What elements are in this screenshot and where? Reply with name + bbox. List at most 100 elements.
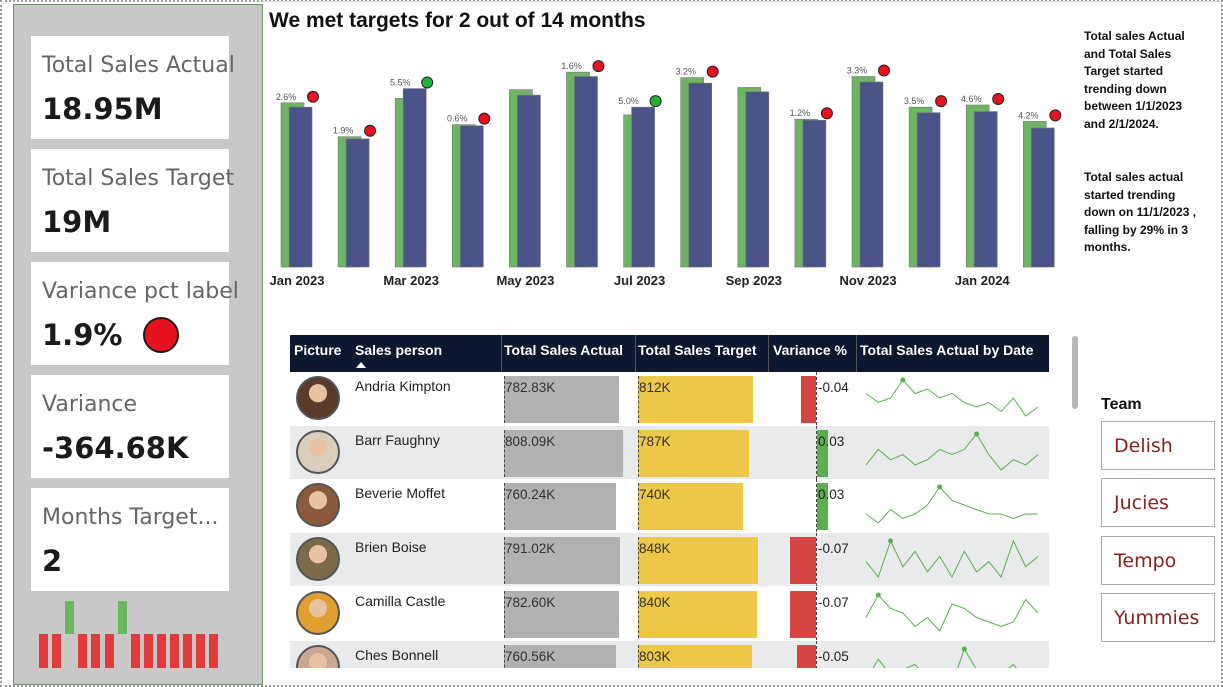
month-missed-bar: [196, 634, 206, 668]
target-bar[interactable]: [517, 94, 541, 268]
x-tick-label: Nov 2023: [839, 273, 896, 288]
monthly-sales-chart[interactable]: 2.6% Jan 2023 1.9% 5.5% Mar 2023 0.6% May 2023…: [266, 34, 1066, 296]
variance-value: 0.03: [818, 433, 845, 449]
table-row[interactable]: Barr Faughny 808.09K 787K 0.03: [290, 425, 1049, 479]
sparkline-max-marker: [974, 431, 980, 437]
kpi-card-total-sales-actual[interactable]: Total Sales Actual 18.95M: [31, 36, 235, 139]
target-bar[interactable]: [745, 91, 770, 268]
variance-value: -0.07: [818, 541, 849, 557]
status-dot-icon: [878, 64, 890, 77]
kpi-label: Total Sales Target: [42, 166, 234, 191]
variance-value: 0.03: [818, 487, 845, 503]
table-row[interactable]: Brien Boise 791.02K 848K -0.07: [290, 533, 1049, 587]
sparkline-path: [865, 379, 1039, 417]
kpi-value: 1.9%: [42, 318, 123, 352]
table-row[interactable]: Ches Bonnell 760.56K 803K -0.05: [290, 640, 1049, 668]
table-scrollbar[interactable]: [1072, 336, 1078, 409]
team-option-jucies[interactable]: Jucies: [1101, 478, 1215, 527]
sparkline-path: [865, 486, 1038, 525]
insight-text-1: Total sales Actual and Total Sales Targe…: [1084, 29, 1185, 131]
table-row[interactable]: Andria Kimpton 782.83K 812K -0.04: [290, 372, 1049, 425]
x-tick-label: Sep 2023: [726, 273, 782, 288]
month-missed-bar: [130, 634, 140, 668]
header-total-sales-target[interactable]: Total Sales Target: [638, 342, 757, 358]
kpi-panel: Total Sales Actual 18.95M Total Sales Ta…: [13, 4, 263, 685]
target-bar[interactable]: [688, 82, 713, 268]
avatar: [296, 376, 340, 420]
sales-person-name: Andria Kimpton: [355, 378, 451, 394]
header-sales-person[interactable]: Sales person: [355, 342, 442, 358]
actual-value: 760.56K: [505, 648, 556, 664]
sparkline-path: [865, 593, 1039, 632]
header-variance-pct[interactable]: Variance %: [773, 342, 847, 358]
target-bar[interactable]: [402, 88, 427, 268]
table-row[interactable]: Beverie Moffet 760.24K 740K 0.03: [290, 479, 1049, 533]
status-dot-icon: [592, 60, 605, 73]
kpi-label: Variance pct label: [42, 279, 239, 304]
month-missed-bar: [156, 634, 166, 668]
insight-text-2: Total sales actual started trending down…: [1084, 170, 1197, 254]
team-slicer-title: Team: [1101, 396, 1142, 413]
sparkline-max-marker: [888, 538, 894, 544]
month-missed-bar: [170, 634, 179, 668]
column-divider: [635, 335, 636, 372]
x-tick-label: Mar 2023: [383, 273, 439, 288]
variance-bar: [797, 644, 816, 668]
team-option-tempo[interactable]: Tempo: [1101, 536, 1215, 585]
target-bar[interactable]: [574, 76, 598, 268]
variance-axis: [816, 372, 817, 425]
kpi-card-total-sales-target[interactable]: Total Sales Target 19M: [31, 149, 234, 252]
target-value: 812K: [639, 380, 671, 395]
target-value: 740K: [639, 487, 671, 503]
kpi-card-variance[interactable]: Variance -364.68K: [31, 375, 229, 478]
target-bar[interactable]: [916, 112, 941, 268]
variance-pct-label: 5.5%: [390, 78, 411, 88]
sparkline-path: [865, 539, 1039, 579]
sales-person-name: Brien Boise: [355, 539, 427, 556]
sales-person-name: Camilla Castle: [355, 592, 446, 609]
month-missed-bar: [78, 634, 88, 668]
header-picture[interactable]: Picture: [294, 342, 341, 358]
kpi-value: -364.68K: [42, 431, 189, 465]
avatar: [296, 537, 340, 582]
variance-axis: [816, 533, 817, 587]
kpi-label: Months Target...: [42, 505, 219, 530]
target-bar[interactable]: [460, 125, 484, 268]
avatar: [296, 429, 340, 474]
variance-pct-label: 4.6%: [961, 94, 982, 104]
status-dot-icon: [364, 124, 377, 137]
target-bar[interactable]: [345, 138, 370, 268]
variance-axis: [816, 640, 817, 668]
sparkline: [865, 431, 1039, 471]
target-value: 803K: [639, 648, 671, 664]
target-bar[interactable]: [859, 81, 884, 268]
month-missed-bar: [183, 634, 193, 668]
kpi-card-months-target[interactable]: Months Target... 2: [31, 488, 229, 591]
table-row[interactable]: Camilla Castle 782.60K 840K -0.07: [290, 586, 1049, 640]
month-missed-bar: [39, 634, 48, 668]
target-bar[interactable]: [973, 111, 998, 268]
team-option-label: Tempo: [1114, 550, 1177, 572]
target-bar[interactable]: [802, 120, 827, 268]
sales-person-table: Picture Sales person Total Sales Actual …: [290, 335, 1050, 668]
status-dot-icon: [820, 107, 833, 120]
page-title: We met targets for 2 out of 14 months: [269, 9, 646, 32]
actual-value: 791.02K: [505, 541, 556, 557]
variance-pct-label: 5.0%: [618, 96, 639, 106]
status-dot-icon: [143, 317, 179, 353]
status-dot-icon: [478, 112, 491, 125]
sort-ascending-icon[interactable]: [356, 362, 366, 368]
target-bar[interactable]: [288, 106, 313, 268]
variance-pct-label: 3.5%: [904, 96, 925, 106]
target-value: 787K: [639, 433, 671, 449]
variance-pct-label: 3.2%: [675, 67, 696, 77]
team-option-delish[interactable]: Delish: [1101, 421, 1215, 470]
target-bar[interactable]: [1030, 127, 1055, 268]
target-bar[interactable]: [631, 106, 655, 268]
team-option-yummies[interactable]: Yummies: [1101, 593, 1215, 642]
header-total-sales-actual[interactable]: Total Sales Actual: [504, 342, 623, 358]
variance-pct-label: 3.3%: [847, 66, 868, 76]
sparkline-max-marker: [937, 484, 943, 490]
header-sales-by-date[interactable]: Total Sales Actual by Date: [860, 342, 1034, 358]
kpi-card-variance-pct[interactable]: Variance pct label 1.9%: [31, 262, 239, 365]
